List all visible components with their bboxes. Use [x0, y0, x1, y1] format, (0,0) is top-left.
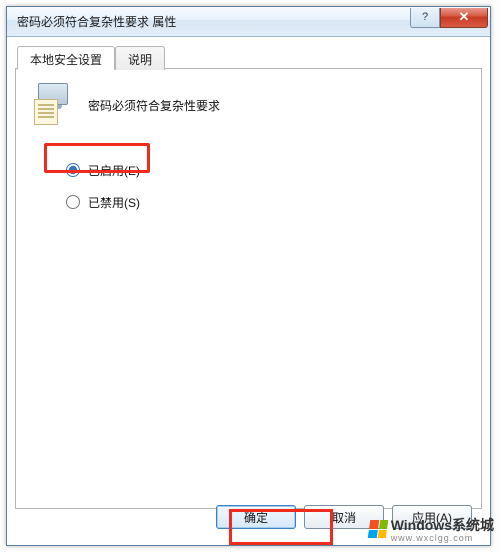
- watermark-text: Windows系统城 www.wxclgg.com: [391, 515, 494, 543]
- windows-logo-icon: [367, 520, 388, 538]
- help-button[interactable]: ?: [410, 8, 440, 28]
- properties-dialog: 密码必须符合复杂性要求 属性 ? ✕ 本地安全设置 说明 密码必须符合复杂性要求: [6, 6, 491, 546]
- watermark-brand: Windows系统城: [391, 515, 494, 535]
- policy-icon: [34, 83, 74, 127]
- client-area: 本地安全设置 说明 密码必须符合复杂性要求 已启用(E) 已禁用: [15, 45, 482, 537]
- radio-group: 已启用(E) 已禁用(S): [58, 157, 463, 215]
- tab-page-local-security: 密码必须符合复杂性要求 已启用(E) 已禁用(S): [15, 69, 482, 509]
- radio-disabled-label: 已禁用(S): [88, 194, 140, 211]
- radio-disabled[interactable]: [66, 195, 80, 209]
- watermark: Windows系统城 www.wxclgg.com: [369, 515, 494, 543]
- tab-strip: 本地安全设置 说明: [15, 45, 482, 69]
- policy-name: 密码必须符合复杂性要求: [88, 97, 220, 114]
- radio-enabled[interactable]: [66, 163, 80, 177]
- radio-disabled-row[interactable]: 已禁用(S): [58, 189, 146, 215]
- radio-enabled-label: 已启用(E): [88, 162, 140, 179]
- window-title: 密码必须符合复杂性要求 属性: [17, 13, 410, 30]
- ok-button[interactable]: 确定: [216, 505, 296, 529]
- tab-local-security[interactable]: 本地安全设置: [17, 46, 115, 70]
- close-button[interactable]: ✕: [440, 8, 488, 28]
- radio-enabled-row[interactable]: 已启用(E): [58, 157, 146, 183]
- policy-header: 密码必须符合复杂性要求: [34, 83, 463, 127]
- titlebar: 密码必须符合复杂性要求 属性 ? ✕: [7, 7, 490, 37]
- titlebar-buttons: ? ✕: [410, 8, 488, 28]
- tab-explain[interactable]: 说明: [115, 46, 165, 70]
